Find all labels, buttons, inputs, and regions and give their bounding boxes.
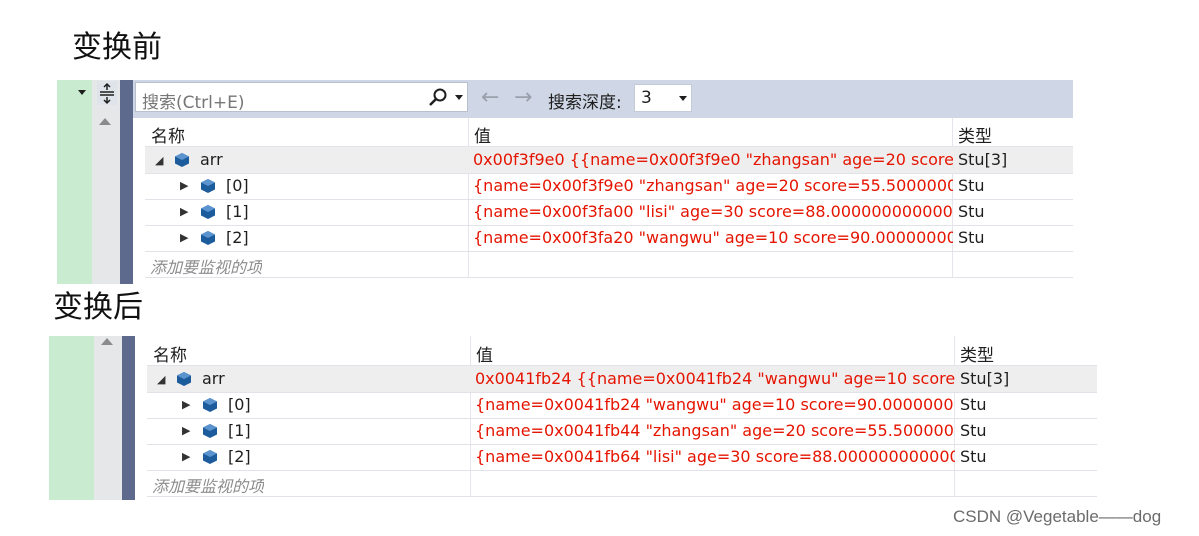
splitter-bar[interactable] — [120, 80, 133, 284]
search-depth-label: 搜索深度: — [548, 93, 622, 113]
table-row[interactable]: ▶ [1] {name=0x0041fb44 "zhangsan" age=20… — [147, 418, 1097, 444]
variable-cube-icon — [201, 179, 215, 193]
row-value: {name=0x00f3fa00 "lisi" age=30 score=88.… — [473, 202, 953, 221]
scroll-gutter — [94, 336, 122, 500]
watch-grid-after: 名称 值 类型 ◢ arr 0x0041fb24 {{name=0x0041fb… — [135, 336, 1097, 497]
search-placeholder: 搜索(Ctrl+E) — [142, 93, 245, 113]
variable-cube-icon — [201, 231, 215, 245]
row-type: Stu — [958, 176, 985, 195]
row-name: [0] — [226, 176, 249, 195]
row-value: 0x0041fb24 {{name=0x0041fb24 "wangwu" ag… — [475, 369, 955, 388]
variable-cube-icon — [201, 205, 215, 219]
search-depth-select[interactable]: 3 — [634, 84, 692, 112]
table-row[interactable]: ▶ [2] {name=0x00f3fa20 "wangwu" age=10 s… — [145, 225, 1073, 251]
dropdown-arrow-icon[interactable] — [78, 90, 86, 95]
row-divider — [147, 496, 1097, 497]
row-name: [1] — [228, 421, 251, 440]
column-header-name[interactable]: 名称 — [153, 341, 187, 366]
row-type: Stu — [960, 421, 987, 440]
search-input[interactable]: 搜索(Ctrl+E) — [135, 82, 468, 113]
add-watch-placeholder[interactable]: 添加要监视的项 — [150, 254, 262, 278]
row-value: {name=0x0041fb24 "wangwu" age=10 score=9… — [475, 395, 955, 414]
variable-cube-icon — [203, 424, 217, 438]
back-arrow-icon[interactable]: ← — [481, 87, 499, 109]
row-name: [0] — [228, 395, 251, 414]
table-row[interactable]: ▶ [2] {name=0x0041fb64 "lisi" age=30 sco… — [147, 444, 1097, 470]
row-name: [1] — [226, 202, 249, 221]
expand-right-icon[interactable]: ▶ — [180, 232, 188, 243]
table-row[interactable]: ▶ [1] {name=0x00f3fa00 "lisi" age=30 sco… — [145, 199, 1073, 225]
row-value: {name=0x00f3f9e0 "zhangsan" age=20 score… — [473, 176, 953, 195]
variable-cube-icon — [177, 372, 191, 386]
watermark-text: CSDN @Vegetable——dog — [953, 507, 1162, 526]
after-heading: 变换后 — [53, 290, 143, 325]
column-header-value[interactable]: 值 — [476, 341, 493, 366]
expand-right-icon[interactable]: ▶ — [182, 425, 190, 436]
forward-arrow-icon[interactable]: → — [514, 87, 532, 109]
table-row[interactable]: ◢ arr 0x00f3f9e0 {{name=0x00f3f9e0 "zhan… — [145, 147, 1073, 173]
row-value: {name=0x00f3fa20 "wangwu" age=10 score=9… — [473, 228, 953, 247]
scroll-gutter — [92, 80, 120, 284]
green-margin — [57, 80, 92, 284]
row-divider — [145, 277, 1073, 278]
search-depth-value: 3 — [641, 88, 652, 108]
row-name: arr — [202, 369, 225, 388]
add-watch-row[interactable]: 添加要监视的项 — [145, 251, 1073, 277]
row-value: {name=0x0041fb44 "zhangsan" age=20 score… — [475, 421, 955, 440]
expand-down-icon[interactable]: ◢ — [155, 155, 163, 166]
add-watch-row[interactable]: 添加要监视的项 — [147, 470, 1097, 496]
variable-cube-icon — [203, 398, 217, 412]
row-type: Stu[3] — [960, 369, 1010, 388]
table-row[interactable]: ▶ [0] {name=0x00f3f9e0 "zhangsan" age=20… — [145, 173, 1073, 199]
column-header-name[interactable]: 名称 — [151, 122, 185, 147]
expand-right-icon[interactable]: ▶ — [180, 180, 188, 191]
column-header-type[interactable]: 类型 — [960, 341, 994, 366]
expand-right-icon[interactable]: ▶ — [182, 451, 190, 462]
chevron-down-icon — [679, 96, 687, 101]
column-header-type[interactable]: 类型 — [958, 122, 992, 147]
row-type: Stu — [958, 228, 985, 247]
search-icon[interactable] — [428, 87, 448, 107]
table-row[interactable]: ▶ [0] {name=0x0041fb24 "wangwu" age=10 s… — [147, 392, 1097, 418]
row-value: 0x00f3f9e0 {{name=0x00f3f9e0 "zhangsan" … — [473, 150, 953, 169]
variable-cube-icon — [203, 450, 217, 464]
row-name: [2] — [226, 228, 249, 247]
before-heading: 变换前 — [72, 30, 162, 65]
column-header-value[interactable]: 值 — [474, 122, 491, 147]
row-type: Stu[3] — [958, 150, 1008, 169]
row-name: [2] — [228, 447, 251, 466]
scroll-up-icon[interactable] — [101, 338, 113, 345]
watch-grid-before: 名称 值 类型 ◢ arr 0x00f3f9e0 {{name=0x00f3f9… — [133, 118, 1073, 278]
row-name: arr — [200, 150, 223, 169]
scroll-up-icon[interactable] — [99, 118, 111, 125]
variable-cube-icon — [175, 153, 189, 167]
table-row[interactable]: ◢ arr 0x0041fb24 {{name=0x0041fb24 "wang… — [147, 366, 1097, 392]
add-watch-placeholder[interactable]: 添加要监视的项 — [152, 473, 264, 497]
row-type: Stu — [960, 447, 987, 466]
row-type: Stu — [960, 395, 987, 414]
row-type: Stu — [958, 202, 985, 221]
search-options-icon[interactable] — [455, 95, 463, 100]
green-margin — [49, 336, 94, 500]
expand-right-icon[interactable]: ▶ — [180, 206, 188, 217]
expand-right-icon[interactable]: ▶ — [182, 399, 190, 410]
expand-down-icon[interactable]: ◢ — [157, 374, 165, 385]
resize-icon[interactable] — [97, 81, 117, 105]
row-value: {name=0x0041fb64 "lisi" age=30 score=88.… — [475, 447, 955, 466]
splitter-bar[interactable] — [122, 336, 135, 500]
